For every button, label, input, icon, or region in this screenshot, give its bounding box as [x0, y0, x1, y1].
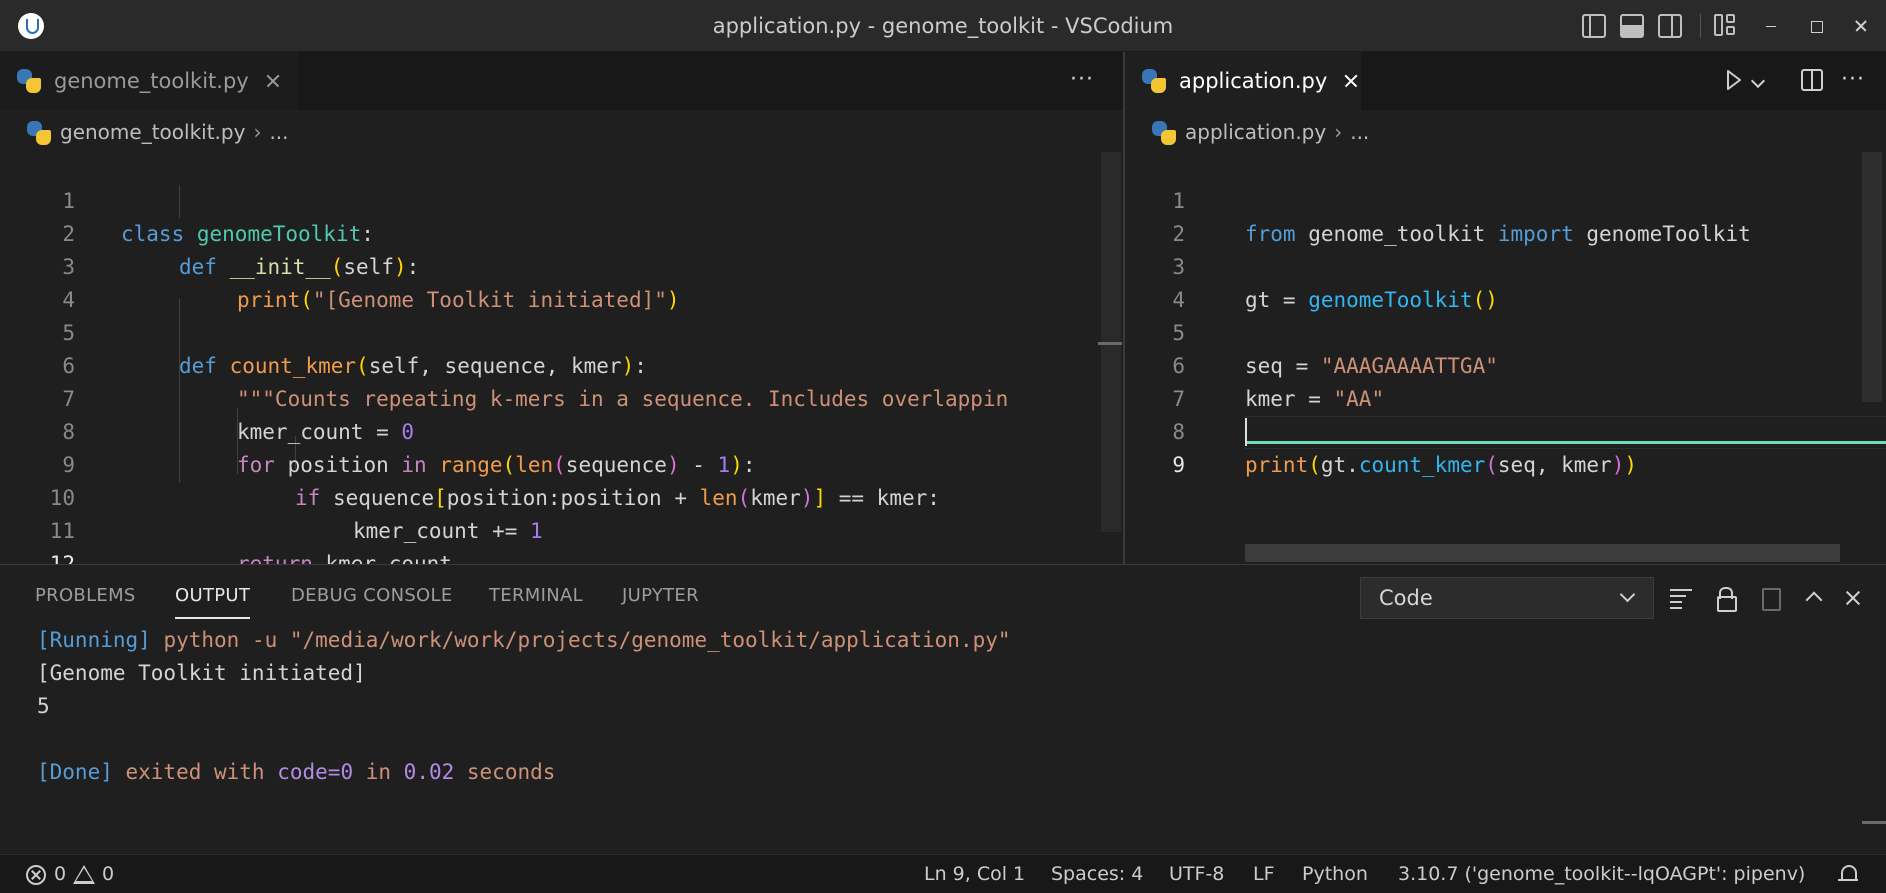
- chevron-down-icon: [1619, 586, 1636, 603]
- breadcrumb-file[interactable]: genome_toolkit.py: [60, 120, 245, 144]
- maximize-icon[interactable]: [1804, 14, 1828, 38]
- python-file-icon: [1151, 120, 1176, 145]
- editor-group-left: genome_toolkit.py ··· genome_toolkit.py …: [0, 52, 1123, 564]
- vertical-scrollbar[interactable]: [1862, 152, 1882, 402]
- code-line: 3 print("[Genome Toolkit initiated]"): [62, 255, 680, 312]
- chevron-up-icon[interactable]: [1801, 585, 1827, 611]
- toggle-panel-icon[interactable]: [1620, 14, 1644, 38]
- notifications-bell-icon[interactable]: [1838, 864, 1860, 886]
- error-count[interactable]: 0: [54, 855, 66, 893]
- tab-label: genome_toolkit.py: [54, 69, 249, 93]
- end-of-line[interactable]: LF: [1253, 855, 1275, 893]
- python-interpreter[interactable]: 3.10.7 ('genome_toolkit--lqOAGPt': pipen…: [1398, 855, 1805, 893]
- code-line: 5 seq = "AAAGAAAATTGA": [1172, 321, 1498, 378]
- breadcrumb: genome_toolkit.py › ...: [0, 110, 1123, 154]
- code-line: 8 for position in range(len(sequence) - …: [62, 420, 756, 477]
- tab-bar: genome_toolkit.py ···: [0, 52, 1123, 110]
- code-line: 5 def count_kmer(self, sequence, kmer):: [62, 321, 647, 378]
- python-file-icon: [1141, 68, 1167, 94]
- minimize-icon[interactable]: [1758, 14, 1782, 38]
- breadcrumb-symbols[interactable]: ...: [269, 120, 288, 144]
- titlebar-separator: [1700, 14, 1701, 38]
- toggle-secondary-sidebar-icon[interactable]: [1658, 14, 1682, 38]
- tab-terminal[interactable]: TERMINAL: [489, 585, 583, 619]
- output-channel-value: Code: [1379, 586, 1433, 610]
- open-log-file-icon: [1757, 585, 1783, 611]
- lock-icon[interactable]: [1713, 585, 1739, 612]
- tab-jupyter[interactable]: JUPYTER: [622, 585, 699, 619]
- tab-output[interactable]: OUTPUT: [175, 585, 251, 619]
- tab-genome-toolkit[interactable]: genome_toolkit.py: [0, 52, 298, 110]
- more-actions-icon[interactable]: ···: [1841, 68, 1865, 92]
- code-line: 4: [62, 288, 75, 312]
- indentation[interactable]: Spaces: 4: [1051, 855, 1143, 893]
- code-line: 3 gt = genomeToolkit(): [1172, 255, 1498, 312]
- title-bar: application.py - genome_toolkit - VSCodi…: [0, 0, 1886, 52]
- more-actions-icon[interactable]: ···: [1070, 68, 1094, 92]
- warning-icon[interactable]: [73, 865, 95, 884]
- cursor-position[interactable]: Ln 9, Col 1: [924, 855, 1025, 893]
- close-tab-icon[interactable]: [263, 71, 282, 91]
- split-editor-icon[interactable]: [1801, 69, 1823, 91]
- code-line: 1 class genomeToolkit:: [62, 189, 374, 246]
- code-line: 11 return kmer_count: [49, 519, 452, 564]
- status-bar: 0 0 Ln 9, Col 1 Spaces: 4 UTF-8 LF Pytho…: [0, 854, 1886, 893]
- run-python-file-icon[interactable]: [1726, 69, 1742, 91]
- breadcrumb-chevron: ›: [1334, 120, 1343, 144]
- code-line: 8 print(gt.count_kmer(seq, kmer)): [1172, 420, 1638, 477]
- code-line: 9: [1172, 453, 1185, 477]
- breadcrumb-chevron: ›: [253, 120, 262, 144]
- horizontal-scrollbar[interactable]: [1245, 544, 1840, 562]
- output-line: 5: [37, 694, 50, 718]
- vscodium-logo-icon: [18, 13, 44, 39]
- chevron-down-icon[interactable]: [1750, 73, 1766, 89]
- bottom-panel: PROBLEMS OUTPUT DEBUG CONSOLE TERMINAL J…: [0, 564, 1886, 854]
- output-line: [Running] python -u "/media/work/work/pr…: [37, 628, 1011, 652]
- language-mode[interactable]: Python: [1302, 855, 1368, 893]
- code-line: 2: [1172, 222, 1185, 246]
- tab-problems[interactable]: PROBLEMS: [35, 585, 136, 619]
- breadcrumb-symbols[interactable]: ...: [1350, 120, 1369, 144]
- code-line: 4: [1172, 288, 1185, 312]
- python-file-icon: [16, 68, 42, 94]
- code-line: 9 if sequence[position:position + len(km…: [62, 453, 940, 510]
- python-file-icon: [26, 120, 51, 145]
- code-line: 6 """Counts repeating k-mers in a sequen…: [62, 354, 1009, 411]
- output-channel-select[interactable]: Code: [1360, 577, 1654, 619]
- code-line: 2 def __init__(self):: [62, 222, 420, 279]
- output-line: [Done] exited with code=0 in 0.02 second…: [37, 760, 556, 784]
- code-line: 12: [49, 552, 75, 564]
- breadcrumb-file[interactable]: application.py: [1185, 120, 1326, 144]
- customize-layout-icon[interactable]: [1714, 14, 1738, 38]
- breadcrumb: application.py › ...: [1125, 110, 1886, 154]
- editor-group-right: application.py ··· application.py › ... …: [1125, 52, 1886, 564]
- encoding[interactable]: UTF-8: [1169, 855, 1224, 893]
- toggle-primary-sidebar-icon[interactable]: [1582, 14, 1606, 38]
- panel-scrollbar[interactable]: [1862, 821, 1886, 824]
- code-line: 10 kmer_count += 1: [49, 486, 543, 543]
- close-window-icon[interactable]: [1849, 14, 1873, 38]
- output-line: [Genome Toolkit initiated]: [37, 661, 366, 685]
- clear-output-icon[interactable]: [1668, 585, 1694, 611]
- code-line: 7: [1172, 387, 1185, 411]
- warning-count[interactable]: 0: [102, 855, 114, 893]
- tab-debug-console[interactable]: DEBUG CONSOLE: [291, 585, 453, 619]
- tab-label: application.py: [1179, 69, 1328, 93]
- code-line: 1 from genome_toolkit import genomeToolk…: [1172, 189, 1751, 246]
- code-line: 6 kmer = "AA": [1172, 354, 1385, 411]
- close-tab-icon[interactable]: [1341, 71, 1345, 91]
- tab-application[interactable]: application.py: [1125, 52, 1361, 110]
- code-line: 7 kmer_count = 0: [62, 387, 415, 444]
- error-icon[interactable]: [26, 865, 46, 885]
- close-panel-icon[interactable]: [1840, 585, 1866, 611]
- tab-bar: application.py ···: [1125, 52, 1886, 110]
